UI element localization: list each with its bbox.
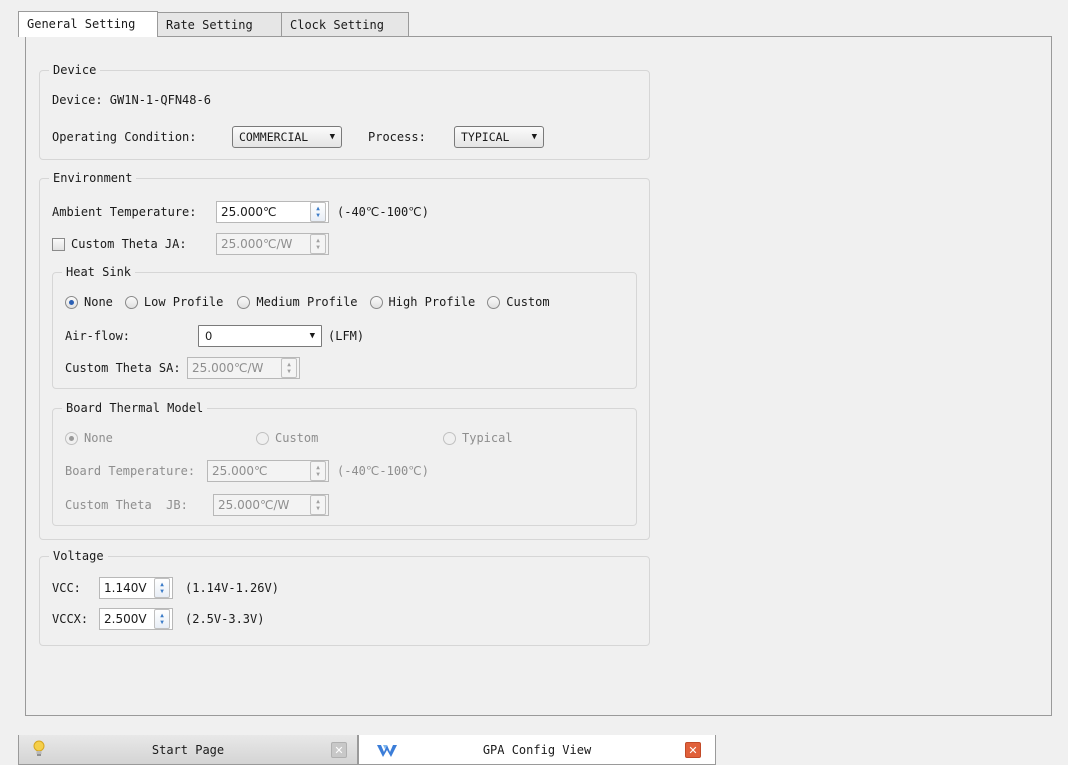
vccx-value: 2.500V [104,612,147,626]
heat-sink-medium-radio[interactable] [237,295,251,309]
airflow-row: Air-flow: 0 ▼ (LFM) [65,325,364,347]
board-none-radio[interactable] [65,431,78,445]
ambient-row: Ambient Temperature: 25.000℃ ▲ ▼ (-40℃-10… [52,201,429,223]
close-icon[interactable]: ✕ [331,742,347,758]
custom-theta-ja-value: 25.000℃/W [221,237,293,251]
vcc-spinbox[interactable]: 1.140V ▲ ▼ [99,577,173,599]
board-custom-radio[interactable] [256,431,269,445]
heat-sink-custom-radio[interactable] [487,295,501,309]
start-page-tab-label: Start Page [151,742,225,757]
custom-theta-jb-label: Custom Theta JB: [65,498,188,512]
custom-theta-ja-spinbox[interactable]: 25.000℃/W ▲ ▼ [216,233,329,255]
gpa-config-view-tab-label: GPA Config View [482,742,592,757]
device-row: Device: GW1N-1-QFN48-6 [52,93,211,107]
process-select[interactable]: TYPICAL ▼ [454,126,544,148]
board-none-label: None [84,431,113,445]
board-temperature-spinbox[interactable]: 25.000℃ ▲ ▼ [207,460,329,482]
spin-arrows-icon[interactable]: ▲ ▼ [154,609,170,629]
voltage-group: Voltage VCC: 1.140V ▲ ▼ (1.14V-1.26V) VCC… [39,549,650,646]
heat-sink-group-title: Heat Sink [62,265,136,279]
environment-group-title: Environment [49,171,137,185]
board-temp-row: Board Temperature: 25.000℃ ▲ ▼ (-40℃-100℃… [65,460,429,482]
airflow-label: Air-flow: [65,329,131,343]
airflow-value: 0 [205,329,213,343]
heat-sink-none-label: None [84,295,113,309]
process-value: TYPICAL [461,130,510,144]
spin-arrows-icon[interactable]: ▲ ▼ [310,495,326,515]
vccx-label: VCCX: [52,612,89,626]
board-thermal-model-title: Board Thermal Model [62,401,208,415]
airflow-select[interactable]: 0 ▼ [198,325,322,347]
document-tabbar: Start Page ✕ GPA Config View ✕ [18,735,1068,765]
heat-sink-radios: None Low Profile Medium Profile High Pro… [65,295,550,309]
board-thermal-model-group: Board Thermal Model None Custom Typical … [52,401,637,526]
heat-sink-group: Heat Sink None Low Profile Medium Profil… [52,265,637,389]
close-icon[interactable]: ✕ [685,742,701,758]
airflow-unit: (LFM) [328,329,365,343]
spin-arrows-icon[interactable]: ▲ ▼ [310,202,326,222]
vccx-spinbox[interactable]: 2.500V ▲ ▼ [99,608,173,630]
spin-arrows-icon[interactable]: ▲ ▼ [310,461,326,481]
operating-condition-label: Operating Condition: [52,130,197,144]
heat-sink-high-radio[interactable] [369,295,383,309]
operating-row: Operating Condition: COMMERCIAL ▼ Proces… [52,126,544,148]
theta-sa-row: Custom Theta SA: 25.000℃/W ▲ ▼ [65,357,300,379]
custom-theta-ja-checkbox[interactable] [52,237,65,251]
theta-jb-row: Custom Theta JB: 25.000℃/W ▲ ▼ [65,494,329,516]
heat-sink-high-label: High Profile [388,295,476,309]
board-typical-radio[interactable] [443,431,456,445]
board-temp-range-text: (-40℃-100℃) [337,464,429,478]
settings-tabbar: General Setting Rate Setting Clock Setti… [18,11,409,37]
spin-arrows-icon[interactable]: ▲ ▼ [154,578,170,598]
heat-sink-low-radio[interactable] [124,295,138,309]
tab-clock-setting[interactable]: Clock Setting [281,12,409,36]
device-name-text: Device: GW1N-1-QFN48-6 [52,93,211,107]
chevron-down-icon: ▼ [531,132,537,142]
general-setting-panel: Device Device: GW1N-1-QFN48-6 Operating … [25,36,1052,716]
device-group-title: Device [49,63,101,77]
chevron-down-icon: ▼ [309,331,315,341]
device-group: Device Device: GW1N-1-QFN48-6 Operating … [39,63,650,160]
custom-theta-sa-spinbox[interactable]: 25.000℃/W ▲ ▼ [187,357,300,379]
chevron-down-icon: ▼ [329,132,335,142]
board-radios: None Custom Typical [65,431,513,445]
vccx-row: VCCX: 2.500V ▲ ▼ (2.5V-3.3V) [52,608,264,630]
custom-theta-jb-value: 25.000℃/W [218,498,290,512]
ambient-temperature-label: Ambient Temperature: [52,205,197,219]
vcc-row: VCC: 1.140V ▲ ▼ (1.14V-1.26V) [52,577,279,599]
ambient-temperature-value: 25.000℃ [221,205,277,219]
spin-arrows-icon[interactable]: ▲ ▼ [310,234,326,254]
start-page-tab[interactable]: Start Page ✕ [18,735,358,765]
vcc-range-text: (1.14V-1.26V) [185,581,279,595]
operating-condition-select[interactable]: COMMERCIAL ▼ [232,126,342,148]
heat-sink-none-radio[interactable] [65,295,78,309]
theta-ja-row: Custom Theta JA: 25.000℃/W ▲ ▼ [52,233,329,255]
voltage-group-title: Voltage [49,549,108,563]
vcc-label: VCC: [52,581,81,595]
heat-sink-medium-label: Medium Profile [256,295,358,309]
vccx-range-text: (2.5V-3.3V) [185,612,265,626]
board-temperature-value: 25.000℃ [212,464,268,478]
board-typical-label: Typical [462,431,513,445]
gpa-config-view-tab[interactable]: GPA Config View ✕ [358,735,716,765]
vcc-value: 1.140V [104,581,147,595]
process-label: Process: [368,130,426,144]
board-temperature-label: Board Temperature: [65,464,196,478]
custom-theta-sa-value: 25.000℃/W [192,361,264,375]
custom-theta-jb-spinbox[interactable]: 25.000℃/W ▲ ▼ [213,494,329,516]
ambient-temperature-spinbox[interactable]: 25.000℃ ▲ ▼ [216,201,329,223]
board-custom-label: Custom [275,431,319,445]
ambient-range-text: (-40℃-100℃) [337,205,429,219]
spin-arrows-icon[interactable]: ▲ ▼ [281,358,297,378]
custom-theta-sa-label: Custom Theta SA: [65,361,181,375]
tab-rate-setting[interactable]: Rate Setting [157,12,282,36]
heat-sink-custom-label: Custom [506,295,550,309]
tab-general-setting[interactable]: General Setting [18,11,158,37]
heat-sink-low-label: Low Profile [143,295,224,309]
custom-theta-ja-label: Custom Theta JA: [71,237,187,251]
environment-group: Environment Ambient Temperature: 25.000℃… [39,171,650,540]
operating-condition-value: COMMERCIAL [239,130,309,144]
